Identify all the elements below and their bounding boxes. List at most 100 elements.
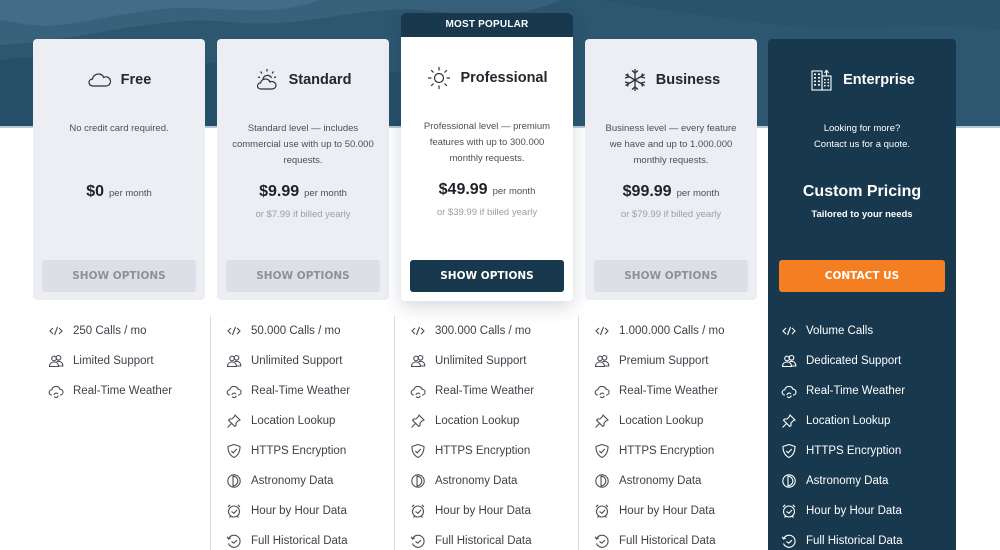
plan-header: Enterprise: [768, 39, 956, 121]
feature-item: HTTPS Encryption: [768, 436, 956, 466]
feature-label: Real-Time Weather: [251, 385, 351, 397]
plan-description: Looking for more? Contact us for a quote…: [768, 121, 956, 181]
price-period: per month: [676, 188, 720, 199]
feature-list-standard: 50.000 Calls / mo Unlimited Support Real-T…: [210, 316, 393, 550]
feature-item: Full Historical Data: [579, 526, 761, 550]
shield-check-icon: [595, 443, 609, 459]
feature-label: Volume Calls: [806, 325, 874, 337]
cloud-sync-icon: [594, 385, 610, 399]
show-options-button-free[interactable]: SHOW OPTIONS: [42, 260, 196, 292]
contact-us-button[interactable]: CONTACT US: [779, 260, 945, 292]
show-options-button-professional[interactable]: SHOW OPTIONS: [410, 260, 564, 292]
feature-item: Volume Calls: [768, 316, 956, 346]
code-icon: [227, 326, 241, 336]
feature-label: Astronomy Data: [619, 475, 702, 487]
feature-label: Hour by Hour Data: [806, 505, 902, 517]
code-icon: [595, 326, 609, 336]
feature-label: Unlimited Support: [251, 355, 343, 367]
feature-label: Real-Time Weather: [806, 385, 906, 397]
history-icon: [410, 534, 425, 548]
alarm-clock-icon: [782, 504, 796, 518]
shield-check-icon: [227, 443, 241, 459]
feature-item: Real-Time Weather: [768, 376, 956, 406]
plan-header: Business: [585, 39, 757, 121]
feature-item: Astronomy Data: [579, 466, 761, 496]
feature-item: Astronomy Data: [768, 466, 956, 496]
code-icon: [782, 326, 796, 336]
users-icon: [781, 354, 797, 368]
feature-item: Hour by Hour Data: [211, 496, 393, 526]
feature-label: Location Lookup: [435, 415, 520, 427]
feature-label: 250 Calls / mo: [73, 325, 147, 337]
feature-item: Full Historical Data: [395, 526, 577, 550]
custom-pricing-title: Custom Pricing: [802, 183, 922, 200]
feature-label: Unlimited Support: [435, 355, 527, 367]
sun-cloud-icon: [256, 69, 277, 90]
code-icon: [411, 326, 425, 336]
feature-item: Location Lookup: [395, 406, 577, 436]
moon-phase-icon: [782, 474, 796, 488]
yearly-price: or $79.99 if billed yearly: [620, 209, 722, 220]
feature-item: Hour by Hour Data: [579, 496, 761, 526]
plan-price: $0: [86, 183, 104, 200]
feature-label: Premium Support: [619, 355, 709, 367]
feature-item: 250 Calls / mo: [33, 316, 216, 346]
alarm-clock-icon: [411, 504, 425, 518]
feature-item: Location Lookup: [211, 406, 393, 436]
show-options-button-standard[interactable]: SHOW OPTIONS: [226, 260, 380, 292]
history-icon: [594, 534, 609, 548]
feature-label: HTTPS Encryption: [251, 445, 347, 457]
shield-check-icon: [411, 443, 425, 459]
plan-price: $99.99: [622, 183, 672, 200]
pin-icon: [227, 413, 242, 428]
show-options-button-business[interactable]: SHOW OPTIONS: [594, 260, 748, 292]
building-icon: [811, 69, 832, 91]
feature-label: HTTPS Encryption: [435, 445, 531, 457]
plan-card-standard: Standard Standard level — includes comme…: [217, 39, 389, 300]
feature-item: HTTPS Encryption: [579, 436, 761, 466]
feature-list-enterprise: Volume Calls Dedicated Support Real-Time W…: [768, 316, 956, 550]
yearly-price: [33, 209, 205, 225]
feature-label: Real-Time Weather: [435, 385, 535, 397]
yearly-price: or $7.99 if billed yearly: [255, 209, 351, 220]
custom-pricing-subtitle: Tailored to your needs: [811, 209, 913, 220]
feature-item: Full Historical Data: [768, 526, 956, 550]
feature-label: Limited Support: [73, 355, 154, 367]
price-row: $9.99 per month: [217, 183, 389, 205]
code-icon: [49, 326, 63, 336]
feature-item: Location Lookup: [768, 406, 956, 436]
cloud-sync-icon: [48, 385, 64, 399]
plan-name: Free: [120, 72, 152, 88]
alarm-clock-icon: [595, 504, 609, 518]
users-icon: [410, 354, 426, 368]
plan-header: Professional: [401, 37, 573, 119]
feature-label: Full Historical Data: [435, 535, 532, 547]
pricing-plans: Free No credit card required. $0 per mon…: [0, 0, 1000, 550]
shield-check-icon: [782, 443, 796, 459]
cloud-sync-icon: [781, 385, 797, 399]
pin-icon: [411, 413, 426, 428]
plan-description: Standard level — includes commercial use…: [232, 123, 374, 166]
plan-name: Enterprise: [843, 72, 915, 88]
feature-label: HTTPS Encryption: [619, 445, 715, 457]
feature-item: Dedicated Support: [768, 346, 956, 376]
feature-item: Real-Time Weather: [395, 376, 577, 406]
feature-item: Limited Support: [33, 346, 216, 376]
feature-label: Astronomy Data: [251, 475, 334, 487]
plan-name: Standard: [288, 72, 352, 88]
history-icon: [226, 534, 241, 548]
users-icon: [226, 354, 242, 368]
feature-label: Dedicated Support: [806, 355, 902, 367]
feature-item: Astronomy Data: [395, 466, 577, 496]
feature-item: Hour by Hour Data: [395, 496, 577, 526]
most-popular-badge: MOST POPULAR: [401, 13, 573, 37]
plan-name: Professional: [460, 70, 548, 86]
description-line: Contact us for a quote.: [813, 139, 911, 150]
feature-label: Full Historical Data: [619, 535, 716, 547]
feature-item: Astronomy Data: [211, 466, 393, 496]
sun-icon: [428, 67, 451, 89]
feature-label: HTTPS Encryption: [806, 445, 902, 457]
feature-item: Premium Support: [579, 346, 761, 376]
feature-item: 1.000.000 Calls / mo: [579, 316, 761, 346]
feature-label: Location Lookup: [619, 415, 704, 427]
